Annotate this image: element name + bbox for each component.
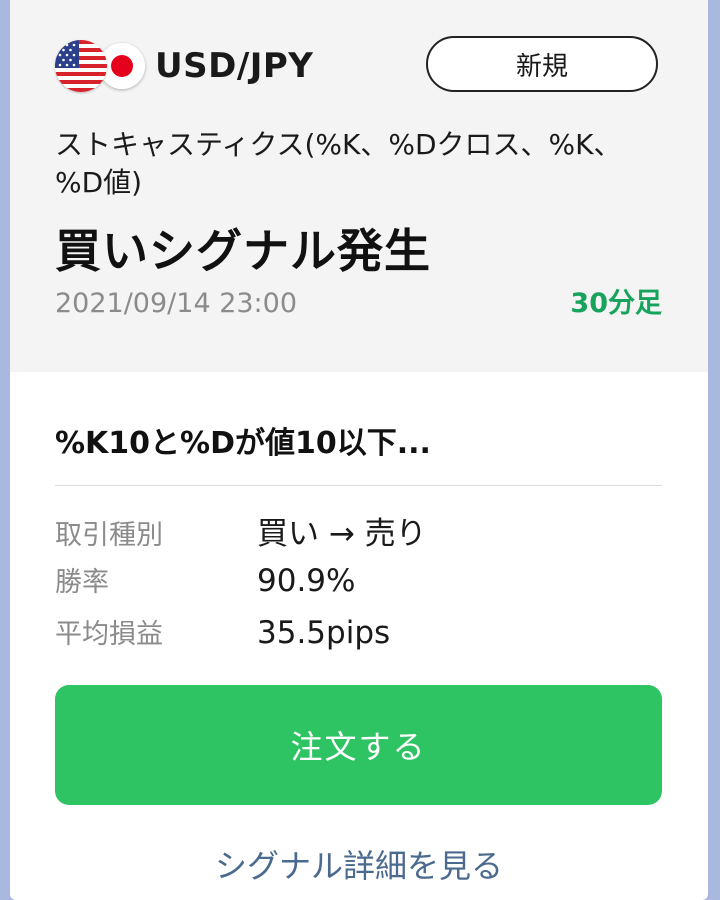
currency-flags xyxy=(55,40,153,94)
new-order-button[interactable]: 新規 xyxy=(426,36,658,92)
stat-value: 買い → 売り xyxy=(257,516,427,552)
signal-datetime: 2021/09/14 23:00 xyxy=(55,288,298,319)
timeframe-badge: 30分足 xyxy=(570,288,662,319)
us-flag-icon xyxy=(55,40,107,92)
stat-label: 平均損益 xyxy=(55,619,163,650)
stat-label: 勝率 xyxy=(55,567,109,598)
signal-condition: %K10と%Dが値10以下... xyxy=(55,426,431,461)
currency-pair-label: USD/JPY xyxy=(155,46,314,86)
stat-row-win-rate: 勝率 90.9% xyxy=(55,560,662,612)
stat-value: 90.9% xyxy=(257,563,356,599)
indicator-name: ストキャスティクス(%K、%Dクロス、%K、%D値) xyxy=(55,128,622,199)
divider xyxy=(55,485,662,486)
signal-headline: 買いシグナル発生 xyxy=(55,224,431,278)
place-order-button[interactable]: 注文する xyxy=(55,685,662,805)
stat-row-average-profit: 平均損益 35.5pips xyxy=(55,612,662,664)
signal-header: USD/JPY 新規 ストキャスティクス(%K、%Dクロス、%K、%D値) 買い… xyxy=(10,0,708,372)
signal-detail-link[interactable]: シグナル詳細を見る xyxy=(10,842,708,890)
stat-label: 取引種別 xyxy=(55,520,163,551)
stat-row-trade-type: 取引種別 買い → 売り xyxy=(55,508,662,560)
signal-card: USD/JPY 新規 ストキャスティクス(%K、%Dクロス、%K、%D値) 買い… xyxy=(10,0,708,900)
signal-stats: 取引種別 買い → 売り 勝率 90.9% 平均損益 35.5pips xyxy=(55,508,662,664)
stat-value: 35.5pips xyxy=(257,615,391,651)
